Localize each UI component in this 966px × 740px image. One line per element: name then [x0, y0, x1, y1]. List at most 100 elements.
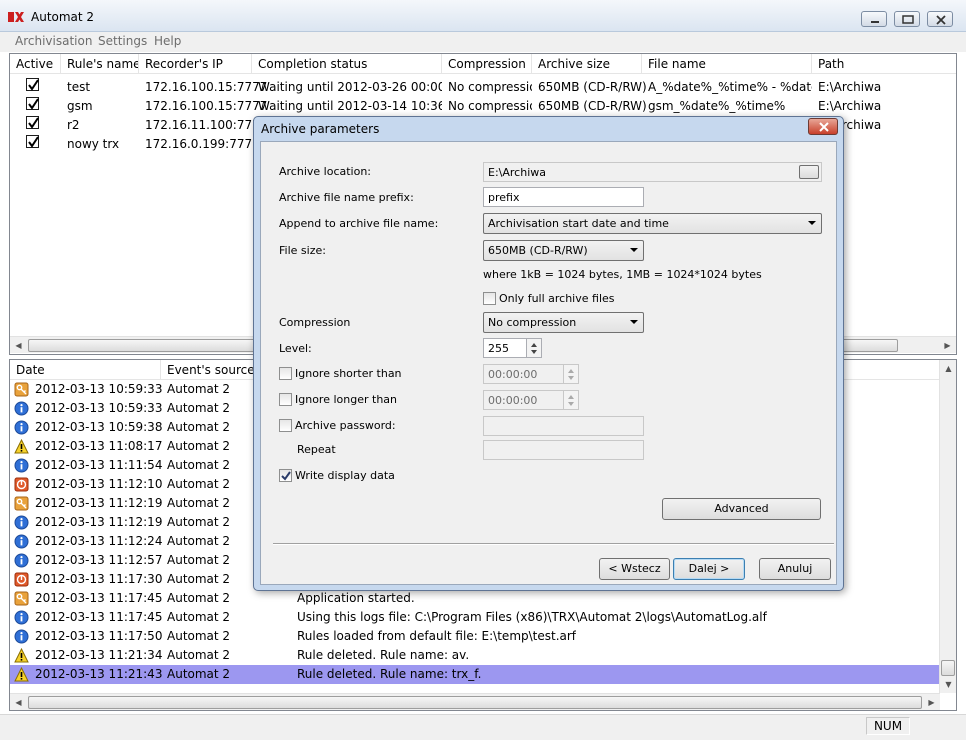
size-note: where 1kB = 1024 bytes, 1MB = 1024*1024 …: [483, 268, 762, 281]
info-icon: [14, 629, 29, 644]
event-row[interactable]: 2012-03-13 11:17:45 Automat 2 Application …: [10, 589, 940, 608]
menu-bar: Archivisation Settings Help: [0, 32, 966, 52]
rule-active-checkbox[interactable]: [26, 97, 39, 110]
rule-active-checkbox[interactable]: [26, 135, 39, 148]
info-icon: [14, 458, 29, 473]
compression-select[interactable]: No compression: [483, 312, 644, 333]
advanced-button[interactable]: Advanced: [662, 498, 821, 520]
rule-name: gsm: [67, 99, 93, 113]
event-date: 2012-03-13 11:11:54: [35, 458, 163, 472]
scroll-thumb[interactable]: [28, 696, 922, 709]
back-button[interactable]: < Wstecz: [599, 558, 670, 580]
ignore-shorter-spinner[interactable]: [563, 364, 579, 384]
minimize-button[interactable]: [861, 11, 887, 27]
menu-archivisation[interactable]: Archivisation: [15, 34, 92, 48]
error-icon: [14, 572, 29, 587]
event-date: 2012-03-13 11:08:17: [35, 439, 163, 453]
scroll-left-arrow-icon[interactable]: ◀: [10, 337, 27, 354]
scroll-down-arrow-icon[interactable]: ▼: [940, 676, 956, 693]
level-input[interactable]: 255: [483, 338, 528, 358]
close-button[interactable]: [927, 11, 953, 27]
archive-password-input[interactable]: [483, 416, 644, 436]
column-header-file-name[interactable]: File name: [642, 54, 812, 74]
event-date: 2012-03-13 11:12:24: [35, 534, 163, 548]
rule-active-checkbox[interactable]: [26, 78, 39, 91]
event-source: Automat 2: [167, 496, 231, 510]
event-row[interactable]: 2012-03-13 11:21:34 Automat 2 Rule deleted…: [10, 646, 940, 665]
status-bar: NUM: [0, 714, 966, 740]
rule-active-checkbox[interactable]: [26, 116, 39, 129]
event-date: 2012-03-13 10:59:33: [35, 401, 163, 415]
event-source: Automat 2: [167, 477, 231, 491]
scroll-left-arrow-icon[interactable]: ◀: [10, 694, 27, 710]
event-source: Automat 2: [167, 439, 231, 453]
event-source: Automat 2: [167, 458, 231, 472]
level-spinner[interactable]: [526, 338, 542, 358]
event-message: Rule deleted. Rule name: trx_f.: [297, 667, 482, 681]
cancel-button[interactable]: Anuluj: [759, 558, 831, 580]
event-message: Application started.: [297, 591, 415, 605]
repeat-password-input[interactable]: [483, 440, 644, 460]
ignore-longer-spinner[interactable]: [563, 390, 579, 410]
column-header-completion-status[interactable]: Completion status: [252, 54, 442, 74]
column-header-recorder-ip[interactable]: Recorder's IP: [139, 54, 252, 74]
column-header-active[interactable]: Active: [10, 54, 61, 74]
only-full-label: Only full archive files: [499, 292, 615, 305]
write-display-label: Write display data: [295, 469, 395, 482]
menu-settings[interactable]: Settings: [98, 34, 147, 48]
info-icon: [14, 420, 29, 435]
ignore-shorter-input[interactable]: 00:00:00: [483, 364, 565, 384]
column-header-date[interactable]: Date: [10, 360, 161, 380]
dialog-close-button[interactable]: [808, 118, 838, 135]
only-full-checkbox[interactable]: [483, 292, 496, 305]
rule-path: E:\Archiwa: [818, 99, 882, 113]
num-lock-indicator: NUM: [866, 717, 910, 735]
checkmark-icon: [281, 471, 291, 481]
event-date: 2012-03-13 11:17:30: [35, 572, 163, 586]
event-source: Automat 2: [167, 553, 231, 567]
ignore-longer-checkbox[interactable]: [279, 393, 292, 406]
append-select-value: Archivisation start date and time: [488, 217, 669, 230]
archive-location-label: Archive location:: [279, 165, 372, 178]
prefix-input[interactable]: prefix: [483, 187, 644, 207]
rule-status: Waiting until 2012-03-14 10:36:00: [258, 99, 442, 113]
chevron-down-icon: [808, 221, 816, 225]
event-row[interactable]: 2012-03-13 11:17:50 Automat 2 Rules loaded…: [10, 627, 940, 646]
event-source: Automat 2: [167, 667, 231, 681]
event-row[interactable]: 2012-03-13 11:21:43 Automat 2 Rule deleted…: [10, 665, 940, 684]
ignore-shorter-checkbox[interactable]: [279, 367, 292, 380]
rule-compression: No compression: [448, 99, 532, 113]
maximize-button[interactable]: [894, 11, 920, 27]
append-label: Append to archive file name:: [279, 217, 439, 230]
write-display-checkbox[interactable]: [279, 469, 292, 482]
browse-location-button[interactable]: [799, 165, 819, 179]
archive-password-checkbox[interactable]: [279, 419, 292, 432]
rule-path: E:\Archiwa: [818, 80, 882, 94]
rule-compression: No compression: [448, 80, 532, 94]
event-date: 2012-03-13 11:21:34: [35, 648, 163, 662]
menu-help[interactable]: Help: [154, 34, 181, 48]
event-date: 2012-03-13 11:12:10: [35, 477, 163, 491]
column-header-path[interactable]: Path: [812, 54, 956, 74]
info-icon: [14, 515, 29, 530]
archive-password-label: Archive password:: [295, 419, 396, 432]
scroll-right-arrow-icon[interactable]: ▶: [923, 694, 940, 710]
scroll-up-arrow-icon[interactable]: ▲: [940, 360, 956, 377]
column-header-compression[interactable]: Compression: [442, 54, 532, 74]
column-header-archive-size[interactable]: Archive size: [532, 54, 642, 74]
dialog-title: Archive parameters: [261, 122, 380, 136]
scroll-right-arrow-icon[interactable]: ▶: [939, 337, 956, 354]
event-row[interactable]: 2012-03-13 11:17:45 Automat 2 Using this l…: [10, 608, 940, 627]
next-button[interactable]: Dalej >: [673, 558, 745, 580]
events-vertical-scrollbar[interactable]: ▲ ▼: [939, 360, 956, 693]
event-message: Rule deleted. Rule name: av.: [297, 648, 470, 662]
scroll-thumb[interactable]: [941, 660, 955, 676]
append-select[interactable]: Archivisation start date and time: [483, 213, 822, 234]
info-icon: [14, 534, 29, 549]
column-header-rule-name[interactable]: Rule's name: [61, 54, 139, 74]
ignore-longer-input[interactable]: 00:00:00: [483, 390, 565, 410]
compression-select-value: No compression: [488, 316, 577, 329]
file-size-select[interactable]: 650MB (CD-R/RW): [483, 240, 644, 261]
events-horizontal-scrollbar[interactable]: ◀ ▶: [10, 693, 940, 710]
rule-name: nowy trx: [67, 137, 120, 151]
